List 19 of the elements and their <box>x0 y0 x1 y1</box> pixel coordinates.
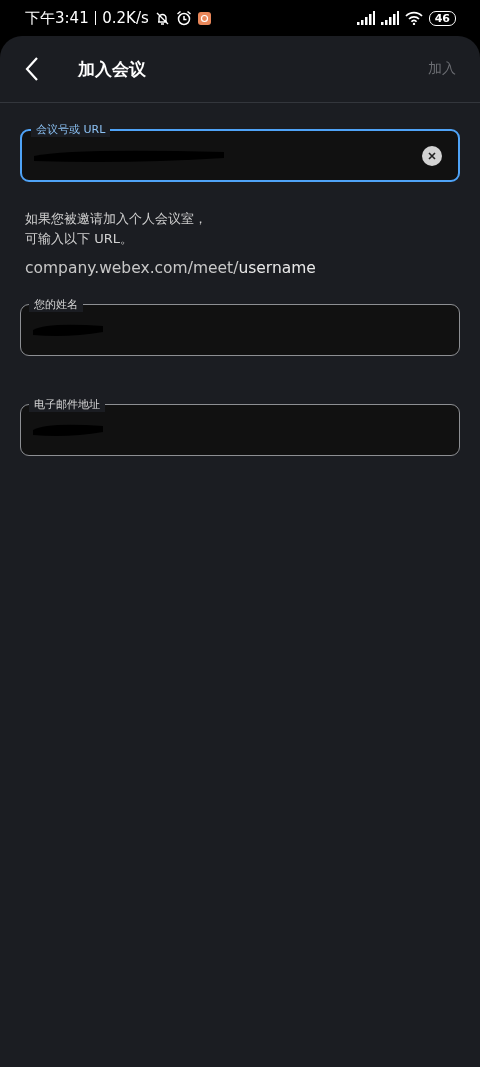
back-button[interactable] <box>24 56 40 82</box>
url-example: company.webex.com/meet/username <box>25 259 317 277</box>
network-speed: 0.2K/s <box>102 9 149 27</box>
close-icon <box>428 151 436 160</box>
bell-muted-icon <box>154 10 170 26</box>
page-title: 加入会议 <box>78 57 147 81</box>
signal-icon <box>380 11 399 25</box>
battery-level: 46 <box>428 10 456 26</box>
clear-button[interactable] <box>422 145 442 166</box>
hint-text: 如果您被邀请加入个人会议室， <box>25 210 207 228</box>
field-label: 会议号或 URL <box>31 122 111 137</box>
wifi-icon <box>404 11 423 25</box>
hint-text: 可输入以下 URL。 <box>25 230 133 248</box>
signal-icon <box>356 11 375 25</box>
field-label: 电子邮件地址 <box>29 397 105 412</box>
status-time: 下午3:41 <box>25 8 89 28</box>
field-label: 您的姓名 <box>29 297 83 312</box>
alarm-clock-icon <box>175 10 192 26</box>
app-notification-icon <box>197 11 211 25</box>
